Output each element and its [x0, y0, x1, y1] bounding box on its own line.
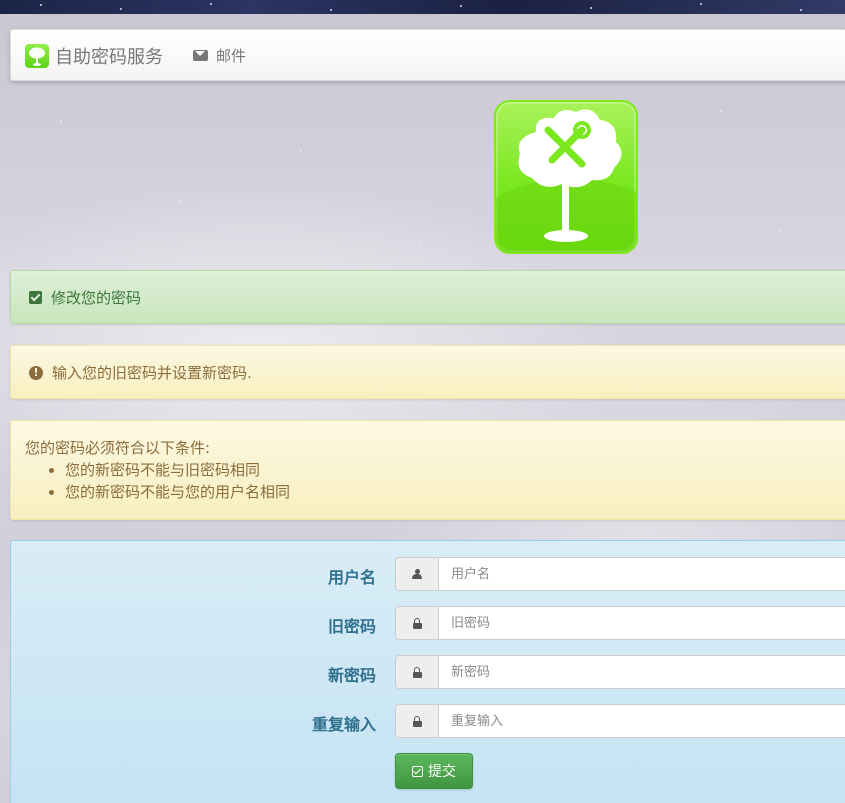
- brand-title: 自助密码服务: [55, 47, 163, 68]
- form-row-old-password: 旧密码: [11, 606, 845, 640]
- success-alert: 修改您的密码: [10, 270, 845, 324]
- submit-button[interactable]: 提交: [395, 753, 473, 789]
- lock-icon: [412, 617, 422, 629]
- confirm-password-input[interactable]: [439, 704, 845, 738]
- username-input-group: [395, 557, 845, 591]
- username-label: 用户名: [327, 568, 376, 587]
- new-password-label: 新密码: [327, 666, 376, 685]
- submit-button-label: 提交: [428, 764, 456, 780]
- new-password-input-group: [395, 655, 845, 689]
- confirm-password-input-group: [395, 704, 845, 738]
- rules-title: 您的密码必须符合以下条件:: [25, 439, 211, 457]
- brand-link[interactable]: 自助密码服务: [25, 44, 163, 68]
- tree-logo-icon: [25, 44, 49, 68]
- old-password-addon: [395, 606, 439, 640]
- change-password-form: 用户名 旧密码 新密码 重复输入: [10, 540, 845, 803]
- check-square-icon: [412, 765, 423, 777]
- form-row-username: 用户名: [11, 557, 845, 591]
- check-square-icon: [29, 291, 42, 304]
- lock-icon: [412, 715, 422, 727]
- new-password-addon: [395, 655, 439, 689]
- nav-mail-label: 邮件: [216, 46, 247, 65]
- username-addon: [395, 557, 439, 591]
- exclamation-circle-icon: !: [29, 365, 43, 380]
- rule-item: 您的新密码不能与您的用户名相同: [65, 481, 290, 503]
- form-row-new-password: 新密码: [11, 655, 845, 689]
- form-row-confirm-password: 重复输入: [11, 704, 845, 738]
- warning-alert: ! 输入您的旧密码并设置新密码.: [10, 345, 845, 399]
- navbar: 自助密码服务 邮件: [10, 29, 845, 81]
- new-password-input[interactable]: [439, 655, 845, 689]
- username-input[interactable]: [439, 557, 845, 591]
- nav-mail-link[interactable]: 邮件: [193, 44, 246, 66]
- warning-alert-text: 输入您的旧密码并设置新密码.: [52, 364, 252, 382]
- user-icon: [412, 568, 422, 580]
- envelope-icon: [193, 49, 208, 61]
- old-password-input-group: [395, 606, 845, 640]
- old-password-input[interactable]: [439, 606, 845, 640]
- lock-icon: [412, 666, 422, 678]
- app-logo: [494, 100, 638, 254]
- success-alert-text: 修改您的密码: [51, 289, 142, 307]
- password-rules-alert: 您的密码必须符合以下条件: 您的新密码不能与旧密码相同 您的新密码不能与您的用户…: [10, 420, 845, 520]
- confirm-password-addon: [395, 704, 439, 738]
- old-password-label: 旧密码: [327, 617, 376, 636]
- header-background-band: [0, 0, 845, 14]
- rule-item: 您的新密码不能与旧密码相同: [65, 459, 290, 481]
- confirm-password-label: 重复输入: [311, 715, 376, 734]
- rules-list: 您的新密码不能与旧密码相同 您的新密码不能与您的用户名相同: [25, 459, 290, 503]
